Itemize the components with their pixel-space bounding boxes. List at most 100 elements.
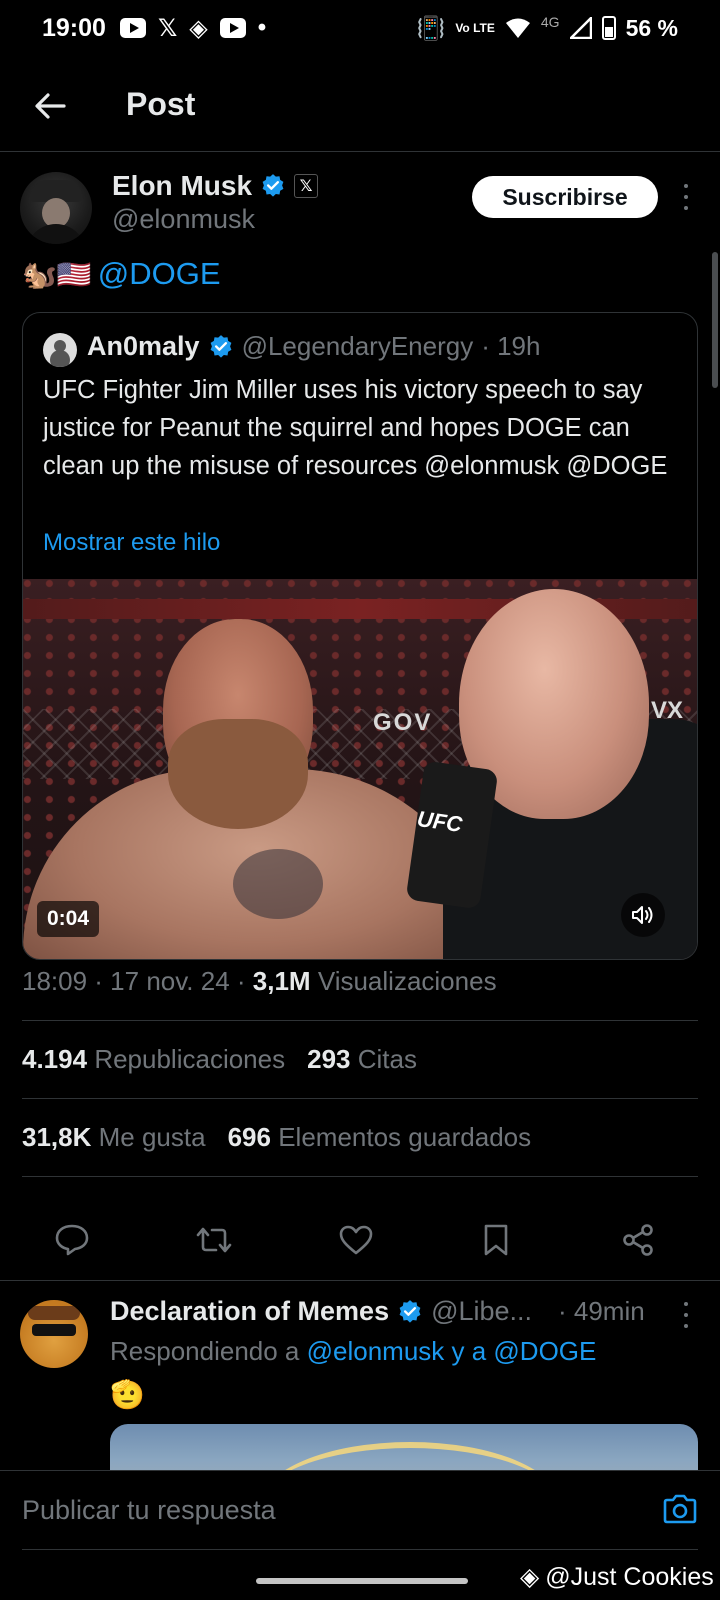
divider <box>22 1176 698 1177</box>
bookmarks-stat[interactable]: 696 Elementos guardados <box>228 1122 532 1153</box>
quote-author-avatar[interactable] <box>43 333 77 367</box>
scrollbar-thumb[interactable] <box>712 252 718 388</box>
vibrate-icon: 📳 <box>416 14 446 41</box>
replying-prefix: Respondiendo a <box>110 1336 307 1366</box>
divider <box>22 1549 698 1550</box>
reposts-label: Republicaciones <box>94 1044 286 1074</box>
binance-icon: ◈ <box>520 1563 540 1591</box>
home-indicator[interactable] <box>256 1578 468 1584</box>
post-timestamp: 18:09 · 17 nov. 24 · <box>22 966 253 996</box>
video-sign-right: VX <box>651 697 684 724</box>
x-affiliation-badge-icon[interactable]: 𝕏 <box>294 174 319 198</box>
replying-to: Respondiendo a @elonmusk y a @DOGE <box>110 1336 596 1367</box>
system-nav-bar: ◈ @Just Cookies <box>0 1552 720 1600</box>
reply-emoji: 🫡 <box>110 1379 145 1410</box>
reposts-stat[interactable]: 4.194 Republicaciones <box>22 1044 285 1075</box>
quotes-count: 293 <box>307 1044 351 1074</box>
x-icon: 𝕏 <box>157 14 178 42</box>
system-icons: 📳 Vo LTE 4G 56 % <box>416 14 678 42</box>
divider <box>22 1098 698 1099</box>
top-app-bar: Post <box>0 56 720 152</box>
verified-badge-icon <box>399 1299 421 1323</box>
author-avatar[interactable] <box>20 172 92 244</box>
quote-body-text: UFC Fighter Jim Miller uses his victory … <box>43 376 668 480</box>
back-button[interactable] <box>30 86 70 126</box>
youtube-icon <box>119 18 146 38</box>
wifi-icon <box>505 18 530 38</box>
reposts-count: 4.194 <box>22 1044 88 1074</box>
reply-button[interactable] <box>50 1218 94 1262</box>
video-duration-badge: 0:04 <box>37 901 100 937</box>
repost-icon <box>196 1227 232 1253</box>
views-label: Visualizaciones <box>317 966 497 996</box>
signal-icon <box>569 17 592 39</box>
repost-button[interactable] <box>192 1218 236 1262</box>
reply-author-handle: @Libe... <box>431 1296 533 1326</box>
replying-mentions[interactable]: @elonmusk y a @DOGE <box>307 1336 597 1366</box>
reply-author-name: Declaration of Memes <box>110 1296 390 1326</box>
quote-author-row[interactable]: An0maly @LegendaryEnergy · 19h <box>87 331 540 362</box>
reply-author-avatar[interactable] <box>20 1300 88 1368</box>
binance-icon: ◈ <box>189 14 208 42</box>
more-options-icon[interactable] <box>676 1302 696 1328</box>
share-button[interactable] <box>616 1218 660 1262</box>
quoted-post-card[interactable]: An0maly @LegendaryEnergy · 19h UFC Fight… <box>22 312 698 960</box>
reply-composer: Publicar tu respuesta <box>0 1470 720 1550</box>
status-bar: 19:00 𝕏 ◈ • 📳 Vo LTE 4G 56 % <box>0 0 720 56</box>
bookmark-icon <box>484 1224 508 1256</box>
author-handle[interactable]: @elonmusk <box>112 204 255 235</box>
likes-count: 31,8K <box>22 1122 92 1152</box>
like-button[interactable] <box>334 1218 378 1262</box>
quote-author-name: An0maly <box>87 331 200 361</box>
post-text: 🐿️🇺🇸 @DOGE <box>22 256 221 292</box>
notification-icons: 𝕏 ◈ • <box>119 14 267 43</box>
volume-button[interactable] <box>621 893 665 937</box>
like-icon <box>339 1225 373 1255</box>
verified-badge-icon <box>262 174 284 197</box>
divider <box>22 1020 698 1021</box>
reply-author-row[interactable]: Declaration of Memes @Libe... <box>110 1296 532 1327</box>
volte-icon: Vo LTE <box>455 20 495 35</box>
mention-link[interactable]: @DOGE <box>98 256 221 292</box>
quotes-stat[interactable]: 293 Citas <box>307 1044 417 1075</box>
author-name[interactable]: Elon Musk <box>112 170 252 202</box>
views-count: 3,1M <box>252 966 311 996</box>
post-meta: 18:09 · 17 nov. 24 · 3,1M Visualizacione… <box>22 966 497 997</box>
reply-input[interactable]: Publicar tu respuesta <box>22 1495 276 1526</box>
reply-icon <box>55 1224 89 1256</box>
repost-stats: 4.194 Republicaciones 293 Citas <box>22 1044 417 1075</box>
share-icon <box>623 1224 653 1256</box>
bookmarks-label: Elementos guardados <box>278 1122 532 1152</box>
quotes-label: Citas <box>357 1044 417 1074</box>
reply-time: · 49min <box>558 1296 645 1326</box>
page-title: Post <box>126 86 196 122</box>
dot-icon: • <box>257 14 267 41</box>
post-emojis: 🐿️🇺🇸 <box>22 258 92 290</box>
bookmarks-count: 696 <box>227 1122 271 1152</box>
bookmark-button[interactable] <box>474 1218 518 1262</box>
speaker-icon <box>632 906 653 924</box>
youtube-icon <box>219 18 246 38</box>
engagement-stats: 31,8K Me gusta 696 Elementos guardados <box>22 1122 531 1153</box>
subscribe-button[interactable]: Suscribirse <box>472 176 658 218</box>
network-type: 4G <box>540 14 560 30</box>
author-name-row[interactable]: Elon Musk 𝕏 <box>112 170 319 202</box>
camera-button[interactable] <box>660 1489 700 1529</box>
divider <box>0 1280 720 1281</box>
video-player[interactable]: GOV VX UFC 0:04 <box>23 579 697 959</box>
watermark-text: @Just Cookies <box>545 1562 714 1591</box>
more-options-icon[interactable] <box>676 184 696 210</box>
likes-label: Me gusta <box>98 1122 206 1152</box>
video-sign-left: GOV <box>373 709 433 736</box>
verified-badge-icon <box>210 334 231 358</box>
quote-author-handle: @LegendaryEnergy <box>241 331 474 361</box>
post-actions-bar <box>0 1200 720 1280</box>
watermark: ◈ @Just Cookies <box>520 1562 714 1592</box>
quote-time: · 19h <box>481 331 541 361</box>
show-thread-link[interactable]: Mostrar este hilo <box>43 529 220 557</box>
likes-stat[interactable]: 31,8K Me gusta <box>22 1122 206 1153</box>
battery-icon <box>601 16 616 40</box>
battery-level: 56 % <box>625 14 678 41</box>
arrow-left-icon <box>35 93 66 119</box>
status-time: 19:00 <box>42 13 106 42</box>
